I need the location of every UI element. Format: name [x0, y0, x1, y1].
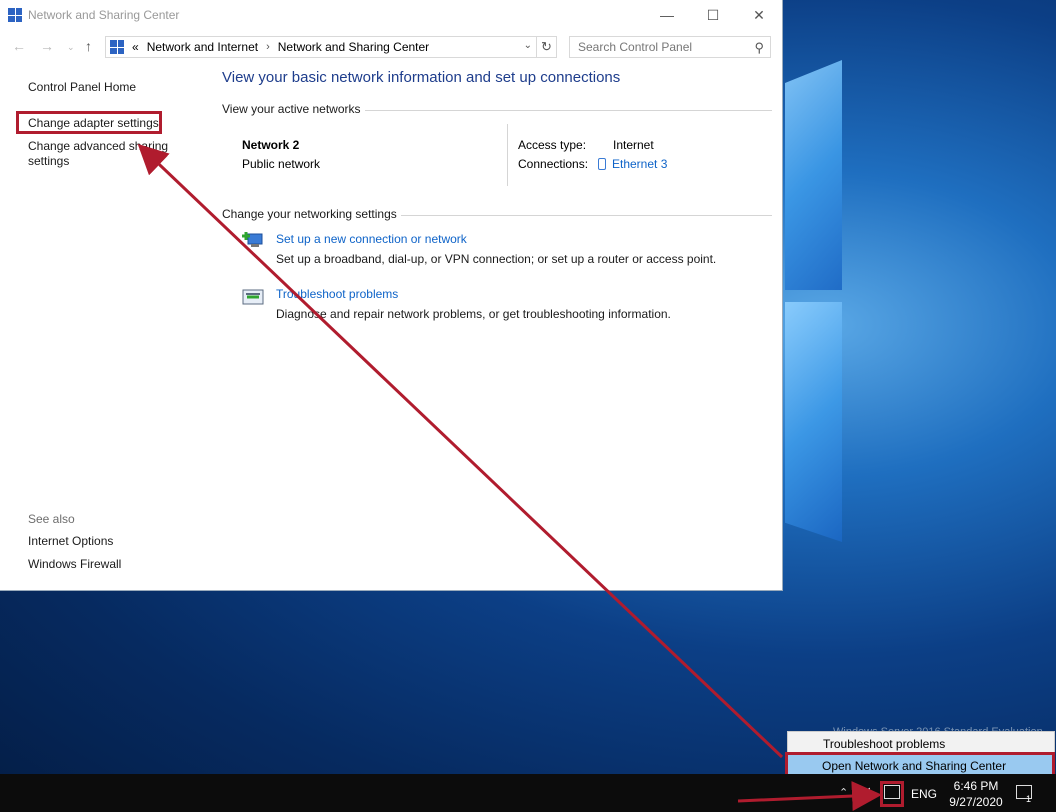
ethernet-icon — [598, 158, 606, 170]
search-input[interactable] — [578, 40, 748, 54]
back-arrow-icon[interactable]: ← — [12, 38, 26, 54]
close-button[interactable]: ✕ — [736, 0, 782, 30]
menu-item-open-network-center-label[interactable]: Open Network and Sharing Center — [822, 759, 1006, 773]
minimize-button[interactable]: — — [644, 0, 690, 30]
sidebar-change-advanced-sharing-line2[interactable]: settings — [28, 154, 198, 169]
setup-connection-description: Set up a broadband, dial-up, or VPN conn… — [276, 252, 717, 266]
annotation-highlight-adapter — [16, 111, 162, 134]
forward-arrow-icon[interactable]: → — [40, 38, 54, 54]
see-also-internet-options[interactable]: Internet Options — [28, 534, 113, 548]
page-title: View your basic network information and … — [222, 69, 621, 86]
setup-connection-link[interactable]: Set up a new connection or network — [276, 232, 467, 246]
troubleshoot-description: Diagnose and repair network problems, or… — [276, 307, 671, 321]
up-arrow-icon[interactable]: ↑ — [85, 38, 92, 54]
breadcrumb-prefix[interactable]: « — [132, 40, 139, 54]
menu-item-troubleshoot[interactable]: Troubleshoot problems — [823, 737, 945, 751]
new-connection-icon — [242, 232, 263, 247]
see-also-windows-firewall[interactable]: Windows Firewall — [28, 557, 121, 571]
annotation-highlight-tray — [880, 781, 904, 807]
access-type-value: Internet — [613, 138, 654, 152]
change-settings-label: Change your networking settings — [222, 207, 401, 221]
clock[interactable]: 6:46 PM 9/27/2020 — [946, 778, 1006, 810]
breadcrumb-network-internet[interactable]: Network and Internet — [147, 40, 258, 54]
language-indicator[interactable]: ENG — [911, 787, 937, 801]
breadcrumb-separator: › — [266, 41, 270, 53]
chevron-down-icon[interactable]: ⌄ — [524, 40, 532, 51]
access-type-label: Access type: — [518, 138, 587, 152]
address-bar: ← → ⌄ ↑ « Network and Internet › Network… — [0, 34, 783, 60]
desktop-logo-pane-top — [785, 60, 842, 290]
window-controls: — ☐ ✕ — [644, 0, 782, 30]
connection-link[interactable]: Ethernet 3 — [598, 157, 667, 171]
see-also-label: See also — [28, 512, 75, 526]
sidebar-change-advanced-sharing[interactable]: Change advanced sharing — [28, 139, 198, 154]
active-networks-label: View your active networks — [222, 102, 365, 116]
sidebar-control-panel-home[interactable]: Control Panel Home — [28, 80, 198, 95]
troubleshoot-link[interactable]: Troubleshoot problems — [276, 287, 398, 301]
clock-time: 6:46 PM — [953, 779, 999, 793]
network-sharing-center-window: Network and Sharing Center — ☐ ✕ ← → ⌄ ↑… — [0, 0, 783, 591]
clock-date: 9/27/2020 — [949, 795, 1003, 809]
network-name: Network 2 — [242, 138, 300, 152]
network-info-divider — [507, 124, 508, 186]
speaker-icon[interactable]: ◀ — [860, 784, 870, 800]
show-hidden-icons-icon[interactable]: ⌃ — [839, 786, 848, 799]
control-panel-icon — [110, 40, 124, 54]
network-center-icon — [8, 8, 22, 22]
desktop-logo-pane-bottom — [785, 302, 842, 542]
refresh-icon[interactable]: ↻ — [537, 36, 557, 58]
search-box[interactable]: ⚲ — [569, 36, 771, 58]
troubleshoot-icon — [242, 289, 264, 305]
connections-label: Connections: — [518, 157, 589, 171]
window-title: Network and Sharing Center — [28, 8, 180, 22]
maximize-button[interactable]: ☐ — [690, 0, 736, 30]
connection-name[interactable]: Ethernet 3 — [612, 157, 667, 171]
breadcrumb-network-sharing[interactable]: Network and Sharing Center — [278, 40, 429, 54]
network-category[interactable]: Public network — [242, 157, 320, 171]
notification-count: 1 — [1026, 794, 1032, 804]
breadcrumb[interactable]: « Network and Internet › Network and Sha… — [105, 36, 537, 58]
recent-dropdown-icon[interactable]: ⌄ — [67, 42, 75, 53]
search-icon[interactable]: ⚲ — [754, 40, 764, 56]
